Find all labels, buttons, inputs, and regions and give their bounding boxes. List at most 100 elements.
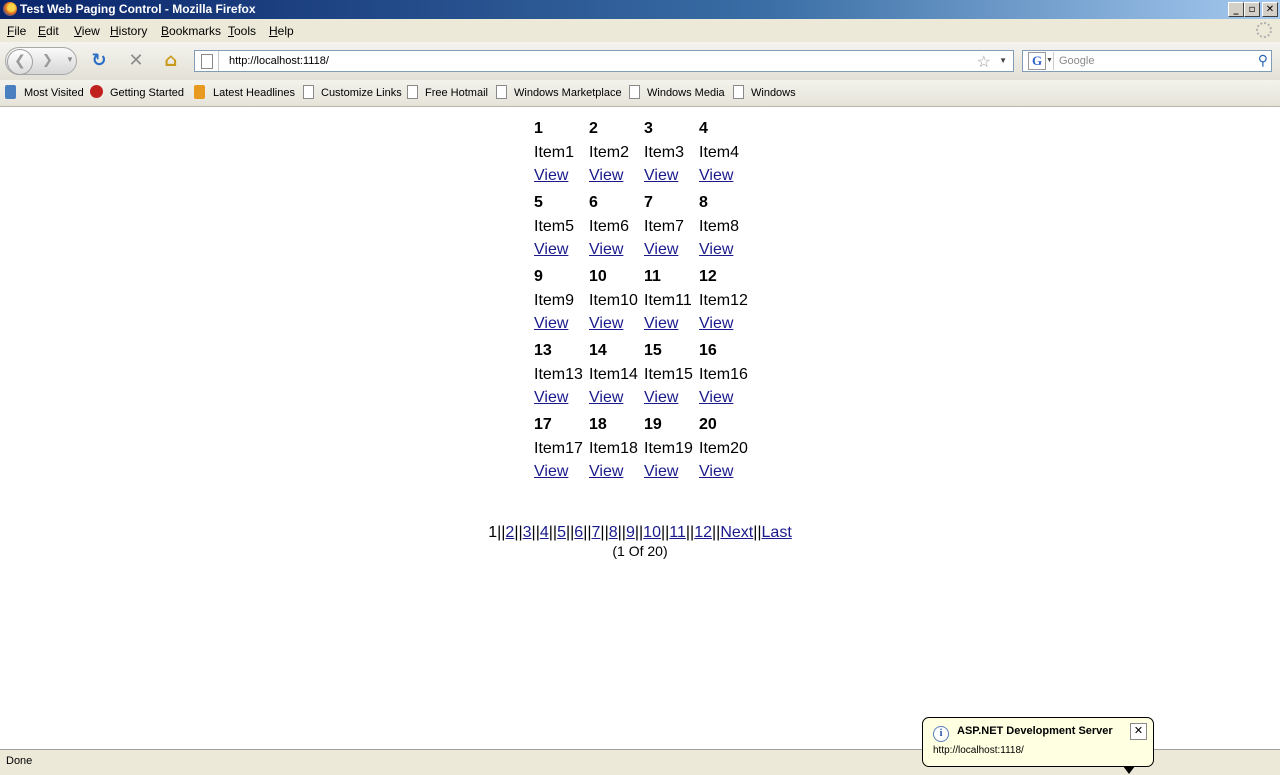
pager-page-link[interactable]: 5 xyxy=(557,524,566,541)
item-number: 12 xyxy=(699,268,717,285)
pager-page-link[interactable]: 2 xyxy=(505,524,514,541)
item-name: Item8 xyxy=(699,218,740,235)
item-view-link[interactable]: View xyxy=(534,241,568,259)
menu-tools[interactable]: Tools xyxy=(228,24,256,38)
item-view-link[interactable]: View xyxy=(644,167,678,185)
item-view-link[interactable]: View xyxy=(699,315,733,333)
pager-page-link[interactable]: 6 xyxy=(574,524,583,541)
page-icon xyxy=(303,85,314,99)
item-number: 17 xyxy=(534,416,552,433)
search-box[interactable]: G ▼ Google ⚲ xyxy=(1022,50,1272,72)
item-number: 8 xyxy=(699,194,708,211)
search-engine-selector[interactable]: G ▼ xyxy=(1025,52,1054,70)
forward-arrow-icon[interactable]: ❯ xyxy=(42,53,53,68)
item-name: Item7 xyxy=(644,218,685,235)
pager-page-link[interactable]: 10 xyxy=(643,524,661,541)
item-view-link[interactable]: View xyxy=(589,241,623,259)
item-name: Item10 xyxy=(589,292,638,309)
item-name: Item6 xyxy=(589,218,630,235)
stop-icon[interactable]: ✕ xyxy=(125,50,147,72)
menu-file[interactable]: File xyxy=(7,24,26,38)
menu-bookmarks[interactable]: Bookmarks xyxy=(161,24,221,38)
menu-view[interactable]: View xyxy=(74,24,100,38)
item-view-link[interactable]: View xyxy=(589,389,623,407)
item-number: 4 xyxy=(699,120,708,137)
bookmark-getting-started[interactable]: Getting Started xyxy=(110,87,184,99)
home-icon[interactable]: ⌂ xyxy=(160,50,182,72)
item-name: Item2 xyxy=(589,144,630,161)
search-magnifier-icon[interactable]: ⚲ xyxy=(1258,52,1268,69)
item-view-link[interactable]: View xyxy=(534,167,568,185)
bookmarks-toolbar: Most Visited Getting Started Latest Head… xyxy=(0,80,1280,107)
close-button[interactable]: ✕ xyxy=(1262,2,1278,17)
item-view-link[interactable]: View xyxy=(589,167,623,185)
page-icon xyxy=(201,54,213,69)
item-view-link[interactable]: View xyxy=(644,315,678,333)
item-name: Item20 xyxy=(699,440,748,457)
maximize-button[interactable]: ▫ xyxy=(1244,2,1260,17)
item-view-link[interactable]: View xyxy=(644,389,678,407)
pager-current-page: 1 xyxy=(488,524,498,541)
pager-page-link[interactable]: 4 xyxy=(540,524,549,541)
item-name: Item1 xyxy=(534,144,575,161)
item-view-link[interactable]: View xyxy=(644,463,678,481)
navigation-toolbar: ❮ ❯ ▼ ↻ ✕ ⌂ http://localhost:1118/ ☆ ▼ G… xyxy=(0,42,1280,80)
title-bar: Test Web Paging Control - Mozilla Firefo… xyxy=(0,0,1280,19)
firefox-icon xyxy=(3,2,17,16)
item-view-link[interactable]: View xyxy=(699,389,733,407)
item-view-link[interactable]: View xyxy=(589,315,623,333)
item-number: 11 xyxy=(644,268,661,285)
item-name: Item13 xyxy=(534,366,583,383)
back-arrow-icon[interactable]: ❮ xyxy=(7,49,33,75)
pager-last-link[interactable]: Last xyxy=(762,524,792,541)
search-input[interactable]: Google xyxy=(1059,55,1094,67)
item-view-link[interactable]: View xyxy=(644,241,678,259)
menu-help[interactable]: Help xyxy=(269,24,294,38)
pager-page-link[interactable]: 9 xyxy=(626,524,635,541)
item-number: 14 xyxy=(589,342,607,359)
menu-bar: File Edit View History Bookmarks Tools H… xyxy=(0,19,1280,42)
page-icon xyxy=(407,85,418,99)
item-view-link[interactable]: View xyxy=(534,315,568,333)
bookmark-windows-marketplace[interactable]: Windows Marketplace xyxy=(514,87,622,99)
pager-page-link[interactable]: 12 xyxy=(694,524,712,541)
menu-edit[interactable]: Edit xyxy=(38,24,59,38)
item-number: 1 xyxy=(534,120,543,137)
bookmark-free-hotmail[interactable]: Free Hotmail xyxy=(425,87,488,99)
reload-icon[interactable]: ↻ xyxy=(88,50,110,72)
notification-balloon[interactable]: i ASP.NET Development Server ✕ http://lo… xyxy=(922,717,1154,774)
item-view-link[interactable]: View xyxy=(534,389,568,407)
bookmark-customize-links[interactable]: Customize Links xyxy=(321,87,402,99)
url-text[interactable]: http://localhost:1118/ xyxy=(229,55,329,67)
item-name: Item15 xyxy=(644,366,693,383)
bookmark-windows[interactable]: Windows xyxy=(751,87,796,99)
balloon-title: ASP.NET Development Server xyxy=(957,725,1113,737)
balloon-close-button[interactable]: ✕ xyxy=(1130,723,1147,740)
item-number: 18 xyxy=(589,416,607,433)
bookmark-most-visited[interactable]: Most Visited xyxy=(24,87,84,99)
item-number: 15 xyxy=(644,342,662,359)
pager-page-link[interactable]: 11 xyxy=(669,524,686,541)
item-view-link[interactable]: View xyxy=(699,463,733,481)
item-number: 3 xyxy=(644,120,653,137)
pager-next-link[interactable]: Next xyxy=(720,524,753,541)
menu-history[interactable]: History xyxy=(110,24,147,38)
item-name: Item12 xyxy=(699,292,748,309)
item-name: Item16 xyxy=(699,366,748,383)
bookmark-star-icon[interactable]: ☆ xyxy=(977,52,991,72)
history-dropdown-icon[interactable]: ▼ xyxy=(66,55,74,64)
item-view-link[interactable]: View xyxy=(589,463,623,481)
pager-page-link[interactable]: 3 xyxy=(523,524,532,541)
minimize-button[interactable]: _ xyxy=(1228,2,1244,17)
bookmark-latest-headlines[interactable]: Latest Headlines xyxy=(213,87,295,99)
bookmark-windows-media[interactable]: Windows Media xyxy=(647,87,725,99)
item-number: 10 xyxy=(589,268,607,285)
item-number: 20 xyxy=(699,416,717,433)
rss-feed-icon xyxy=(194,85,205,99)
url-dropdown-icon[interactable]: ▼ xyxy=(999,56,1007,65)
item-view-link[interactable]: View xyxy=(699,241,733,259)
pager-page-link[interactable]: 8 xyxy=(609,524,618,541)
item-view-link[interactable]: View xyxy=(699,167,733,185)
item-view-link[interactable]: View xyxy=(534,463,568,481)
address-bar[interactable]: http://localhost:1118/ ☆ ▼ xyxy=(194,50,1014,72)
